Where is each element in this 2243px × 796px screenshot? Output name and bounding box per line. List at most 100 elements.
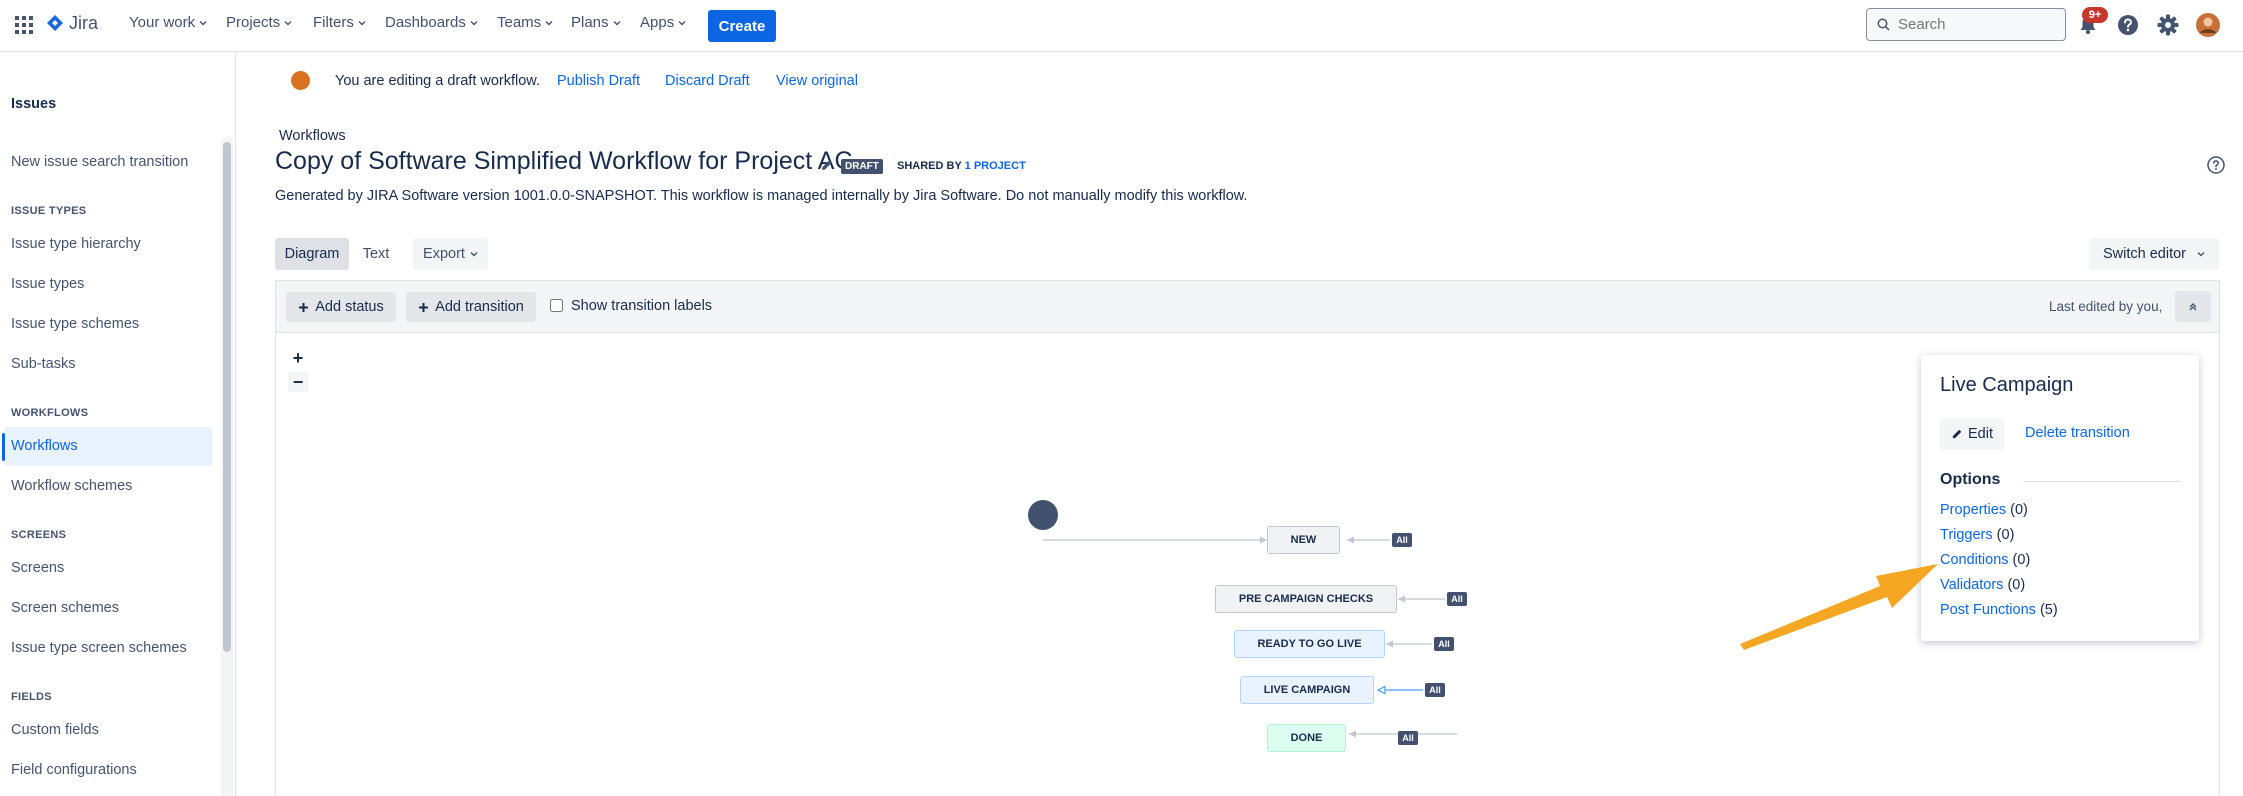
show-transition-labels-checkbox[interactable]	[550, 299, 563, 312]
option-properties: Properties (0)	[1940, 502, 2028, 518]
option-properties-link[interactable]: Properties	[1940, 502, 2006, 518]
export-dropdown[interactable]: Export	[413, 238, 488, 270]
workflow-description: Generated by JIRA Software version 1001.…	[275, 188, 1248, 204]
chevron-down-icon	[613, 20, 621, 25]
settings-gear-icon[interactable]	[2155, 12, 2181, 38]
status-ready-to-go-live[interactable]: READY TO GO LIVE	[1234, 630, 1385, 658]
sidebar-heading-issue-types: ISSUE TYPES	[11, 205, 87, 217]
help-icon[interactable]	[2115, 12, 2141, 38]
switch-editor-dropdown[interactable]: Switch editor	[2089, 238, 2219, 270]
sidebar-item-screens[interactable]: Screens	[11, 560, 64, 576]
nav-apps[interactable]: Apps	[640, 14, 686, 31]
all-transition-tag-ready-to-go-live[interactable]: All	[1434, 637, 1454, 651]
initial-status-circle[interactable]	[1028, 500, 1058, 530]
edit-pencil-icon	[1952, 429, 1962, 439]
sidebar-item-new-issue-search-transition[interactable]: New issue search transition	[11, 154, 188, 170]
sidebar-item-sub-tasks[interactable]: Sub-tasks	[11, 356, 75, 372]
sidebar-item-issue-type-hierarchy[interactable]: Issue type hierarchy	[11, 236, 141, 252]
publish-draft-link[interactable]: Publish Draft	[557, 73, 640, 89]
status-pre-campaign-checks[interactable]: PRE CAMPAIGN CHECKS	[1215, 585, 1397, 613]
add-status-button[interactable]: Add status	[286, 292, 396, 322]
show-transition-labels-label[interactable]: Show transition labels	[571, 298, 712, 314]
sidebar-item-field-configurations[interactable]: Field configurations	[11, 762, 137, 778]
sidebar-heading-fields: FIELDS	[11, 691, 52, 703]
option-post-functions: Post Functions (5)	[1940, 602, 2058, 618]
option-conditions: Conditions (0)	[1940, 552, 2030, 568]
panel-title: Live Campaign	[1940, 374, 2074, 396]
app-switcher-icon[interactable]	[15, 16, 33, 34]
nav-projects[interactable]: Projects	[226, 14, 292, 31]
draft-status-dot	[291, 71, 310, 90]
page-title: Copy of Software Simplified Workflow for…	[275, 147, 853, 175]
search-icon	[1877, 18, 1890, 31]
chevron-double-up-icon	[2189, 302, 2197, 310]
option-conditions-link[interactable]: Conditions	[1940, 552, 2009, 568]
option-triggers-link[interactable]: Triggers	[1940, 527, 1993, 543]
draft-banner-text: You are editing a draft workflow.	[335, 73, 541, 89]
shared-by-projects-link[interactable]: 1 PROJECT	[965, 160, 1026, 172]
page-help-icon[interactable]	[2206, 155, 2226, 175]
nav-teams[interactable]: Teams	[497, 14, 553, 31]
jira-logo[interactable]: Jira	[46, 13, 98, 34]
sidebar-item-custom-fields[interactable]: Custom fields	[11, 722, 99, 738]
sidebar-active-indicator	[2, 433, 5, 461]
add-transition-button[interactable]: Add transition	[406, 292, 536, 322]
create-button[interactable]: Create	[708, 10, 776, 42]
option-validators-link[interactable]: Validators	[1940, 577, 2003, 593]
status-new[interactable]: NEW	[1267, 526, 1340, 554]
chevron-down-icon	[545, 20, 553, 25]
sidebar-item-issue-type-screen-schemes[interactable]: Issue type screen schemes	[11, 640, 187, 656]
plus-icon	[419, 302, 429, 312]
sidebar-item-workflows[interactable]: Workflows	[11, 438, 78, 454]
chevron-down-icon	[678, 20, 686, 25]
breadcrumb-workflows[interactable]: Workflows	[279, 128, 346, 144]
collapse-button[interactable]	[2175, 291, 2211, 322]
search-box[interactable]	[1866, 8, 2066, 41]
chevron-down-icon	[470, 20, 478, 25]
sidebar-item-screen-schemes[interactable]: Screen schemes	[11, 600, 119, 616]
annotation-arrow	[1740, 564, 1938, 650]
plus-icon	[299, 302, 309, 312]
transition-details-panel	[1921, 355, 2199, 641]
sidebar-item-issue-types[interactable]: Issue types	[11, 276, 84, 292]
nav-plans[interactable]: Plans	[571, 14, 621, 31]
user-avatar[interactable]	[2195, 12, 2221, 38]
zoom-in-button[interactable]: +	[288, 348, 308, 368]
sidebar-heading-workflows: WORKFLOWS	[11, 407, 89, 419]
last-edited-text: Last edited by you,	[2049, 299, 2163, 314]
all-transition-tag-pre-campaign-checks[interactable]: All	[1447, 592, 1467, 606]
nav-dashboards[interactable]: Dashboards	[385, 14, 478, 31]
app-name: Jira	[69, 13, 99, 33]
chevron-down-icon	[284, 20, 292, 25]
sidebar-title: Issues	[11, 96, 57, 112]
tab-diagram[interactable]: Diagram	[275, 238, 349, 270]
view-original-link[interactable]: View original	[776, 73, 858, 89]
edit-transition-button[interactable]: Edit	[1940, 418, 2004, 450]
tab-text[interactable]: Text	[355, 238, 397, 270]
option-post-functions-link[interactable]: Post Functions	[1940, 602, 2036, 618]
switch-editor-label: Switch editor	[2102, 246, 2186, 262]
search-input[interactable]	[1898, 16, 2058, 33]
option-count: (0)	[2007, 577, 2026, 593]
shared-by: SHARED BY 1 PROJECT	[897, 160, 1026, 172]
sidebar-scrollbar-thumb[interactable]	[223, 142, 231, 652]
draft-badge: DRAFT	[841, 159, 883, 174]
zoom-out-button[interactable]: −	[288, 372, 308, 392]
chevron-down-icon	[470, 252, 478, 257]
option-count: (5)	[2039, 602, 2058, 618]
delete-transition-link[interactable]: Delete transition	[2025, 425, 2130, 441]
all-transition-tag-done[interactable]: All	[1398, 731, 1418, 745]
notification-count-badge: 9+	[2082, 7, 2108, 23]
all-transition-tag-new[interactable]: All	[1392, 533, 1412, 547]
chevron-down-icon	[358, 20, 366, 25]
nav-filters[interactable]: Filters	[313, 14, 366, 31]
nav-your-work[interactable]: Your work	[129, 14, 207, 31]
edit-pencil-icon[interactable]	[820, 158, 834, 172]
sidebar-item-workflow-schemes[interactable]: Workflow schemes	[11, 478, 132, 494]
status-live-campaign[interactable]: LIVE CAMPAIGN	[1240, 676, 1374, 704]
all-transition-tag-live-campaign[interactable]: All	[1425, 683, 1445, 697]
option-triggers: Triggers (0)	[1940, 527, 2014, 543]
sidebar-item-issue-type-schemes[interactable]: Issue type schemes	[11, 316, 139, 332]
status-done[interactable]: DONE	[1267, 724, 1346, 752]
discard-draft-link[interactable]: Discard Draft	[665, 73, 750, 89]
